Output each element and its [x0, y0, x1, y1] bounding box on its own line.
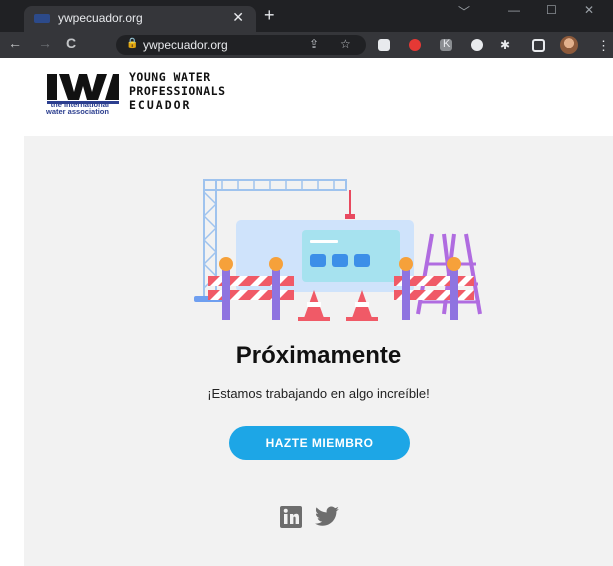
tab-search-icon[interactable]: ﹀ [458, 3, 470, 20]
construction-illustration [194, 179, 482, 321]
site-name-line-1: YOUNG WATER [129, 70, 211, 84]
browser-toolbar: ← → C 🔒 ywpecuador.org ⇪ ☆ K ✱ ⋮ [0, 32, 613, 58]
address-bar[interactable]: 🔒 ywpecuador.org ⇪ ☆ [116, 35, 366, 55]
extension-icon[interactable] [471, 39, 483, 51]
tab-close-icon[interactable]: ✕ [232, 9, 244, 26]
twitter-icon[interactable] [314, 506, 340, 528]
browser-tab[interactable]: ywpecuador.org ✕ [24, 6, 256, 32]
url-text: ywpecuador.org [143, 38, 228, 52]
bookmark-star-icon[interactable]: ☆ [340, 37, 351, 51]
menu-icon[interactable]: ⋮ [597, 38, 610, 54]
site-favicon-icon [34, 14, 50, 23]
logo-subtitle: the international water association [46, 101, 109, 116]
puzzle-icon[interactable]: ✱ [500, 38, 510, 52]
logo-sub-line-2: water association [46, 107, 109, 116]
profile-avatar[interactable] [560, 36, 578, 54]
forward-button[interactable]: → [38, 35, 52, 51]
close-window-button[interactable]: ✕ [584, 3, 594, 17]
linkedin-icon[interactable] [280, 506, 302, 528]
join-button[interactable]: HAZTE MIEMBRO [229, 426, 410, 460]
tab-title: ywpecuador.org [58, 11, 143, 25]
new-tab-button[interactable]: + [264, 5, 275, 26]
maximize-button[interactable]: ☐ [546, 3, 557, 17]
browser-tab-strip: ywpecuador.org ✕ + ﹀ — ☐ ✕ [0, 0, 613, 32]
lock-icon: 🔒 [126, 38, 139, 49]
coming-soon-section: Próximamente ¡Estamos trabajando en algo… [24, 136, 613, 566]
minimize-button[interactable]: — [508, 3, 520, 17]
share-icon[interactable]: ⇪ [309, 37, 319, 51]
back-button[interactable]: ← [8, 35, 22, 51]
site-name[interactable]: YOUNG WATER PROFESSIONALS ECUADOR [129, 70, 226, 112]
reload-button[interactable]: C [66, 35, 76, 51]
site-name-line-2: PROFESSIONALS [129, 84, 226, 98]
page-subtitle: ¡Estamos trabajando en algo increíble! [207, 386, 430, 401]
site-header: the international water association YOUN… [0, 58, 613, 136]
site-name-line-3: ECUADOR [129, 98, 192, 112]
red-icon[interactable] [409, 39, 421, 51]
page-title: Próximamente [235, 342, 402, 369]
youtube-icon[interactable] [378, 39, 390, 51]
k-icon-label: K [443, 38, 451, 50]
sidepanel-icon[interactable] [532, 39, 545, 52]
